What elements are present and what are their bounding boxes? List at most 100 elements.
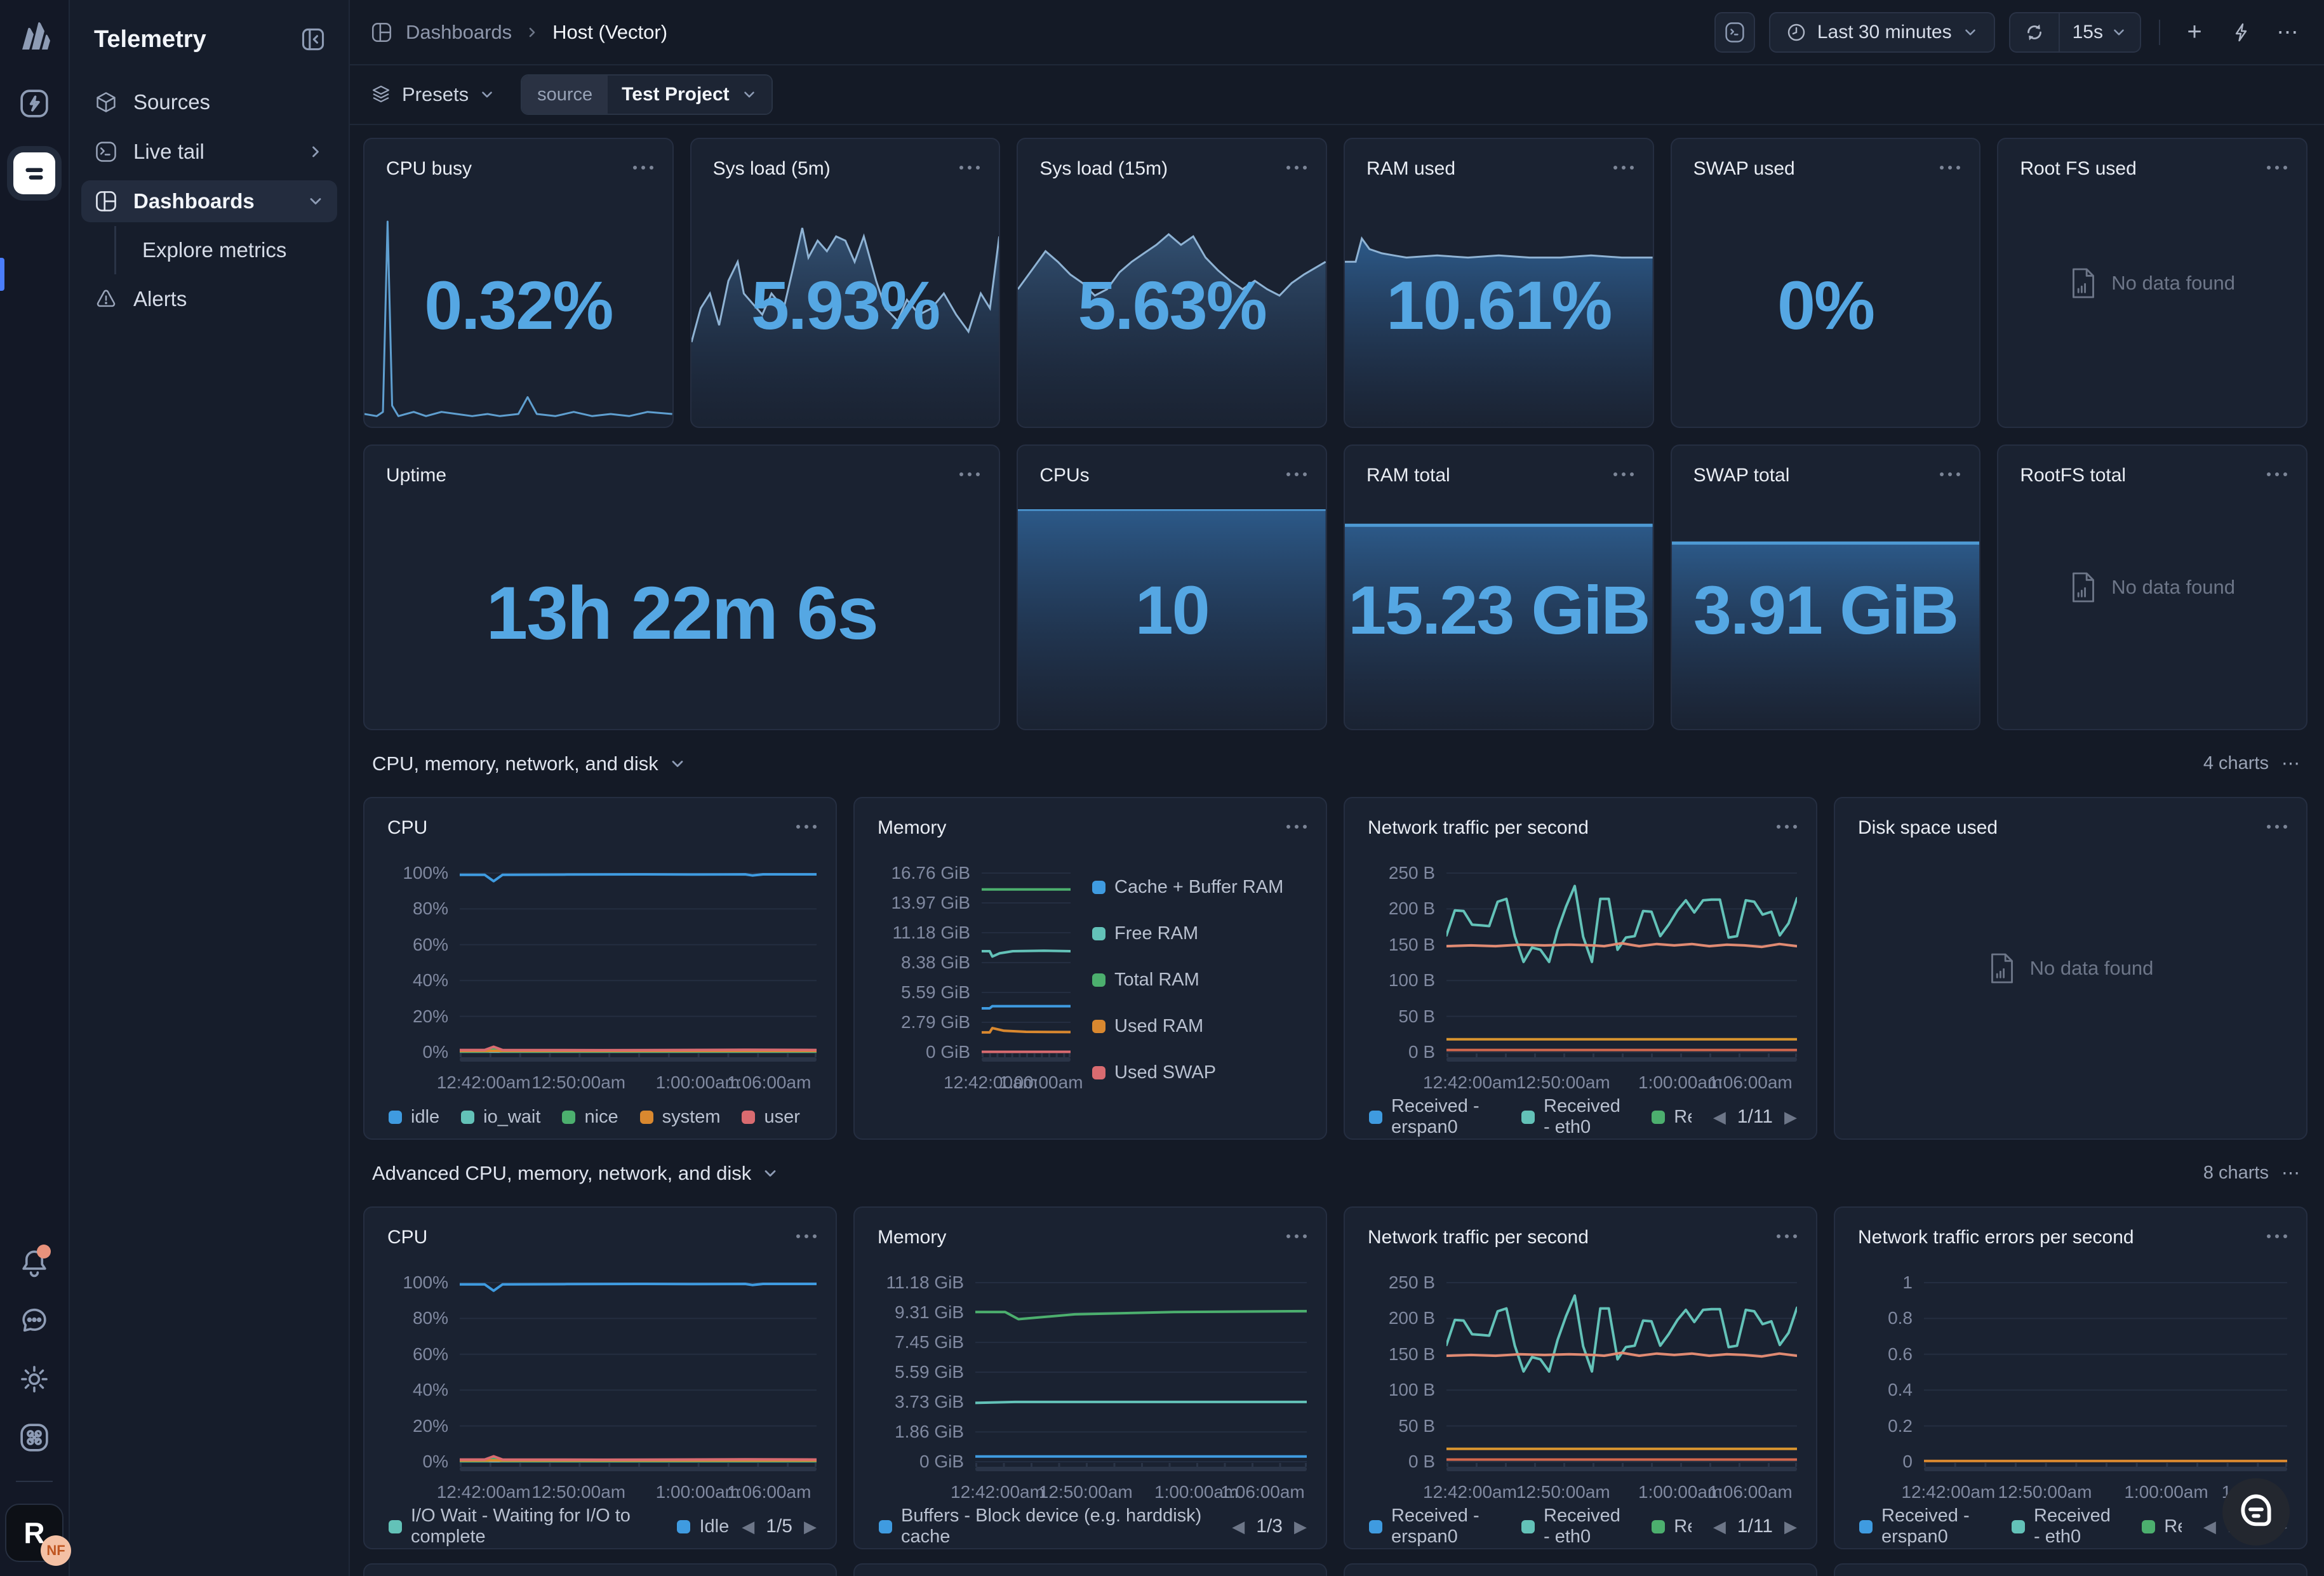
stat-card[interactable]: RAM used10.61% <box>1344 138 1654 428</box>
card-menu-button[interactable] <box>633 158 653 170</box>
legend-item[interactable]: Total RAM <box>1092 970 1307 991</box>
legend-item[interactable]: io_wait <box>461 1107 540 1128</box>
stat-card[interactable]: CPU busy0.32% <box>363 138 674 428</box>
command-shortcuts-icon[interactable] <box>18 1421 51 1454</box>
legend-prev-button[interactable]: ◀ <box>1713 1517 1726 1537</box>
stat-card[interactable]: SWAP used0% <box>1671 138 1981 428</box>
card-menu-button[interactable] <box>2267 465 2287 476</box>
section-title[interactable]: CPU, memory, network, and disk <box>372 752 686 775</box>
legend-next-button[interactable]: ▶ <box>1784 1517 1797 1537</box>
chart-plot[interactable] <box>460 872 817 1062</box>
sidebar-item-live-tail[interactable]: Live tail <box>81 131 337 173</box>
legend-item[interactable]: Used SWAP <box>1092 1062 1307 1083</box>
notifications-bell-icon[interactable] <box>18 1246 51 1279</box>
card-menu-button[interactable] <box>1777 1227 1797 1238</box>
time-range-picker[interactable]: Last 30 minutes <box>1769 12 1995 53</box>
rail-item-telemetry-active[interactable] <box>13 152 55 194</box>
card-menu-button[interactable] <box>1613 465 1634 476</box>
rail-item-live-events[interactable] <box>13 83 55 124</box>
card-menu-button[interactable] <box>1286 465 1307 476</box>
feedback-chat-icon[interactable] <box>18 1304 51 1337</box>
card-menu-button[interactable] <box>796 1227 817 1238</box>
legend-item[interactable]: Cache + Buffer RAM <box>1092 877 1307 898</box>
panel-view-button[interactable] <box>1714 12 1755 53</box>
avatar[interactable]: R NF <box>5 1504 63 1562</box>
chart-plot[interactable] <box>982 872 1071 1062</box>
section-menu-button[interactable]: ⋯ <box>2281 752 2301 775</box>
chart-card[interactable]: CPU0%20%40%60%80%100%12:42:00am12:50:00a… <box>363 797 837 1140</box>
chart-plot[interactable] <box>1924 1281 2287 1472</box>
legend-next-button[interactable]: ▶ <box>1784 1107 1797 1127</box>
chart-card[interactable]: Memory0 GiB1.86 GiB3.73 GiB5.59 GiB7.45 … <box>853 1206 1327 1549</box>
help-chat-button[interactable] <box>2222 1478 2290 1546</box>
legend-item[interactable]: system <box>640 1107 721 1128</box>
chart-card[interactable]: CPU0%20%40%60%80%100%12:42:00am12:50:00a… <box>363 1206 837 1549</box>
legend-item[interactable]: Received <box>1652 1107 1692 1128</box>
legend-item[interactable]: Received - erspan0 <box>1859 1506 1990 1547</box>
sidebar-item-alerts[interactable]: Alerts <box>81 278 337 320</box>
stat-card[interactable]: Uptime13h 22m 6s <box>363 444 1000 730</box>
legend-prev-button[interactable]: ◀ <box>2203 1517 2216 1537</box>
chart-card[interactable]: Network traffic per second0 B50 B100 B15… <box>1344 1206 1817 1549</box>
card-menu-button[interactable] <box>2267 158 2287 170</box>
stat-card[interactable]: SWAP total3.91 GiB <box>1671 444 1981 730</box>
legend-item[interactable]: nice <box>562 1107 618 1128</box>
legend-item[interactable]: user <box>742 1107 799 1128</box>
card-menu-button[interactable] <box>2267 817 2287 829</box>
card-menu-button[interactable] <box>1286 817 1307 829</box>
more-options-button[interactable]: ⋯ <box>2272 16 2305 49</box>
collapse-sidebar-icon[interactable] <box>299 25 327 53</box>
refresh-button[interactable] <box>2010 13 2060 51</box>
card-menu-button[interactable] <box>1286 158 1307 170</box>
presets-dropdown[interactable]: Presets <box>370 83 495 106</box>
legend-item[interactable]: Used RAM <box>1092 1016 1307 1037</box>
legend-prev-button[interactable]: ◀ <box>742 1517 754 1537</box>
sidebar-item-explore-metrics[interactable]: Explore metrics <box>81 230 337 270</box>
legend-item[interactable]: Buffers - Block device (e.g. harddisk) c… <box>879 1506 1210 1547</box>
legend-item[interactable]: I/O Wait - Waiting for I/O to complete <box>389 1506 655 1547</box>
card-menu-button[interactable] <box>959 158 980 170</box>
app-logo-icon[interactable] <box>16 18 53 55</box>
card-menu-button[interactable] <box>1940 158 1960 170</box>
legend-item[interactable]: Received <box>1652 1516 1692 1537</box>
legend-item[interactable]: Idle <box>677 1516 720 1537</box>
legend-item[interactable]: idle <box>389 1107 439 1128</box>
card-menu-button[interactable] <box>2267 1227 2287 1238</box>
chart-plot[interactable] <box>1446 1281 1797 1472</box>
stat-card[interactable]: RAM total15.23 GiB <box>1344 444 1654 730</box>
section-title[interactable]: Advanced CPU, memory, network, and disk <box>372 1162 779 1185</box>
stat-card[interactable]: CPUs10 <box>1017 444 1327 730</box>
refresh-interval-select[interactable]: 15s <box>2060 13 2140 51</box>
legend-item[interactable]: Received - eth0 <box>1521 1096 1630 1138</box>
sidebar-item-sources[interactable]: Sources <box>81 81 337 123</box>
legend-item[interactable]: Received - erspan0 <box>1369 1096 1500 1138</box>
legend-prev-button[interactable]: ◀ <box>1713 1107 1726 1127</box>
chart-card[interactable]: Memory0 GiB2.79 GiB5.59 GiB8.38 GiB11.18… <box>853 797 1327 1140</box>
card-menu-button[interactable] <box>1286 1227 1307 1238</box>
stat-card[interactable]: Sys load (5m)5.93% <box>690 138 1001 428</box>
chart-plot[interactable] <box>1446 872 1797 1062</box>
legend-next-button[interactable]: ▶ <box>1294 1517 1307 1537</box>
stat-card[interactable]: RootFS totalNo data found <box>1997 444 2307 730</box>
stat-card[interactable]: Sys load (15m)5.63% <box>1017 138 1327 428</box>
chart-card[interactable]: Disk space usedNo data found <box>1834 797 2307 1140</box>
legend-prev-button[interactable]: ◀ <box>1232 1517 1245 1537</box>
legend-item[interactable]: Received - eth0 <box>1521 1506 1630 1547</box>
breadcrumb-root[interactable]: Dashboards <box>406 21 512 44</box>
card-menu-button[interactable] <box>959 465 980 476</box>
legend-item[interactable]: Received <box>2142 1516 2182 1537</box>
card-menu-button[interactable] <box>1940 465 1960 476</box>
card-menu-button[interactable] <box>1777 817 1797 829</box>
chart-card[interactable]: Network traffic per second0 B50 B100 B15… <box>1344 797 1817 1140</box>
legend-item[interactable]: Received - erspan0 <box>1369 1506 1500 1547</box>
stat-card[interactable]: Root FS usedNo data found <box>1997 138 2307 428</box>
legend-item[interactable]: Received - eth0 <box>2012 1506 2120 1547</box>
alerts-lightning-button[interactable] <box>2225 16 2258 49</box>
legend-next-button[interactable]: ▶ <box>804 1517 817 1537</box>
card-menu-button[interactable] <box>1613 158 1634 170</box>
source-filter[interactable]: source Test Project <box>521 74 773 115</box>
chart-plot[interactable] <box>975 1281 1307 1472</box>
add-panel-button[interactable]: + <box>2178 16 2211 49</box>
theme-sun-icon[interactable] <box>18 1363 51 1396</box>
card-menu-button[interactable] <box>796 817 817 829</box>
